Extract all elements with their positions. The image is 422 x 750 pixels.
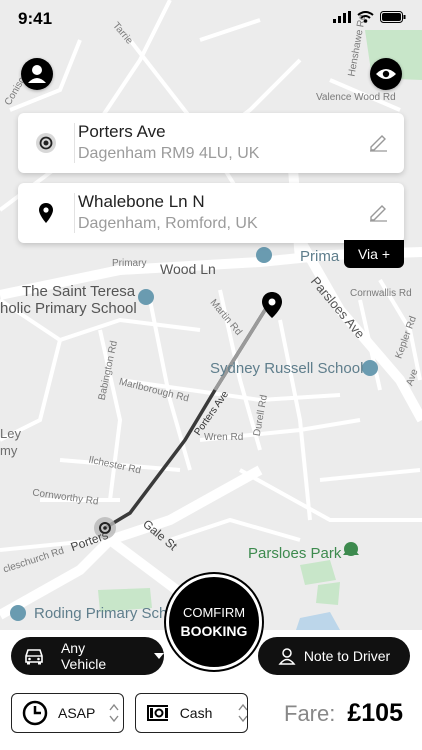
place-prima: Prima	[300, 248, 340, 265]
map-view[interactable]: Wood Ln Parsloes Ave Martin Rd Babington…	[0, 0, 422, 630]
pickup-icon	[36, 133, 56, 153]
status-bar: 9:41	[0, 0, 422, 34]
confirm-line1: COMFIRM	[182, 605, 246, 620]
note-to-driver-button[interactable]: Note to Driver	[258, 637, 410, 675]
place-primary-school: holic Primary School	[0, 300, 137, 317]
vehicle-select[interactable]: Any Vehicle	[11, 637, 164, 675]
street-wood-ln: Wood Ln	[160, 261, 216, 277]
payment-select[interactable]: Cash	[135, 693, 248, 733]
pickup-subtitle: Dagenham RM9 4LU, UK	[78, 145, 260, 162]
eye-icon	[376, 69, 396, 79]
profile-button[interactable]	[21, 58, 53, 90]
street-valence-wood-rd: Valence Wood Rd	[316, 92, 396, 103]
battery-icon	[380, 11, 406, 23]
chevron-down-icon	[154, 653, 164, 659]
pickup-title: Porters Ave	[78, 122, 166, 141]
clock-icon	[22, 700, 48, 726]
updown-chevron-icon	[109, 703, 119, 723]
confirm-booking-button[interactable]: COMFIRM BOOKING	[166, 574, 262, 670]
driver-icon	[278, 648, 296, 665]
fare-display: Fare: £105	[284, 699, 403, 728]
signal-icon	[333, 11, 351, 23]
status-time: 9:41	[18, 9, 53, 28]
location-pin-icon	[39, 203, 53, 223]
dropoff-card[interactable]: Whalebone Ln N Dagenham, Romford, UK	[18, 183, 404, 243]
user-icon	[28, 65, 46, 83]
street-cornwallis-rd: Cornwallis Rd	[350, 288, 412, 299]
time-select[interactable]: ASAP	[11, 693, 124, 733]
payment-value: Cash	[179, 705, 213, 721]
fare-amount: £105	[347, 699, 403, 727]
visibility-button[interactable]	[370, 58, 402, 90]
place-roding-primary: Roding Primary Scho	[34, 605, 176, 622]
confirm-line2: BOOKING	[180, 623, 248, 639]
street-primary: Primary	[112, 258, 147, 269]
note-to-driver-label: Note to Driver	[303, 648, 391, 664]
cash-icon	[147, 705, 168, 721]
street-my: my	[0, 443, 18, 458]
edit-dropoff-icon[interactable]	[368, 202, 388, 222]
wifi-icon	[357, 11, 374, 23]
pickup-card[interactable]: Porters Ave Dagenham RM9 4LU, UK	[18, 113, 404, 173]
edit-pickup-icon[interactable]	[368, 132, 388, 152]
dropoff-subtitle: Dagenham, Romford, UK	[78, 215, 258, 232]
add-via-button[interactable]: Via +	[344, 240, 404, 268]
place-parsloes-park: Parsloes Park	[248, 545, 342, 562]
place-sydney-russell-school: Sydney Russell School	[210, 360, 364, 377]
updown-chevron-icon	[238, 703, 247, 723]
fare-label: Fare:	[284, 701, 336, 726]
street-ley: Ley	[0, 426, 21, 441]
car-icon	[25, 649, 43, 665]
dropoff-title: Whalebone Ln N	[78, 192, 205, 211]
street-wren-rd: Wren Rd	[204, 432, 244, 443]
place-saint-teresa: The Saint Teresa	[22, 283, 136, 300]
time-value: ASAP	[58, 705, 96, 721]
vehicle-label: Any Vehicle	[60, 640, 107, 672]
